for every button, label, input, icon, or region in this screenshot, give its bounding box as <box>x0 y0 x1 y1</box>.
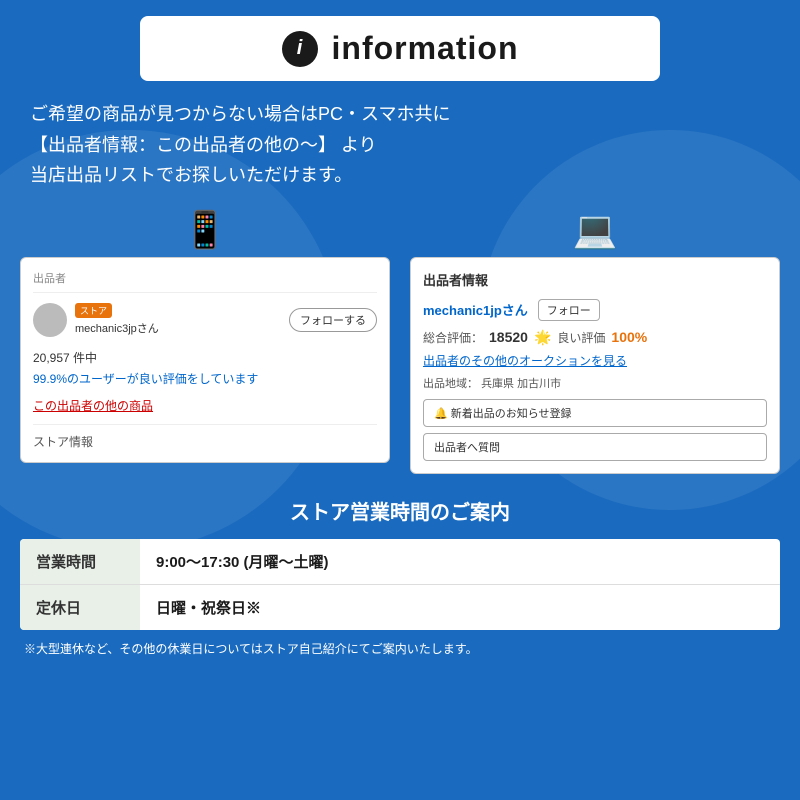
description-line2: 【出品者情報：この出品者の他の〜】 より <box>30 130 770 161</box>
pc-rating-count: 18520 <box>489 329 528 345</box>
other-items-link-mobile[interactable]: この出品者の他の商品 <box>33 397 377 414</box>
pc-good-pct: 100% <box>611 329 647 345</box>
mobile-screenshot-wrapper: 📱 出品者 ストア mechanic3jpさん フォローする 20,957 件中… <box>20 209 390 474</box>
hours-row-holiday: 定休日 日曜・祝祭日※ <box>20 585 780 630</box>
rating-count-mobile: 20,957 件中 <box>33 349 377 366</box>
pc-good-rating-label: 良い評価 <box>557 329 605 346</box>
pc-question-button[interactable]: 出品者へ質問 <box>423 433 767 461</box>
hours-value-holiday: 日曜・祝祭日※ <box>140 585 277 630</box>
pc-rating-label: 総合評価： <box>423 329 483 346</box>
pc-follow-button[interactable]: フォロー <box>538 299 600 321</box>
avatar-mobile <box>33 303 67 337</box>
store-badge: ストア <box>75 303 112 318</box>
hours-label-holiday: 定休日 <box>20 585 140 630</box>
pc-section-title: 出品者情報 <box>423 270 767 289</box>
follow-button-mobile[interactable]: フォローする <box>289 308 377 332</box>
pc-notify-button[interactable]: 🔔 新着出品のお知らせ登録 <box>423 399 767 427</box>
info-icon: i <box>282 31 318 67</box>
description-block: ご希望の商品が見つからない場合はPC・スマホ共に 【出品者情報：この出品者の他の… <box>20 99 780 191</box>
description-line3: 当店出品リストでお探しいただけます。 <box>30 160 770 191</box>
seller-name-mobile: mechanic3jpさん <box>75 320 159 336</box>
pc-screenshot: 出品者情報 mechanic1jpさん フォロー 総合評価： 18520 🌟 良… <box>410 257 780 474</box>
store-info-label-mobile: ストア情報 <box>33 424 377 450</box>
pc-location: 出品地域： 兵庫県 加古川市 <box>423 375 767 391</box>
footer-note: ※大型連休など、その他の休業日についてはストア自己紹介にてご案内いたします。 <box>20 640 780 657</box>
pc-screenshot-wrapper: 💻 出品者情報 mechanic1jpさん フォロー 総合評価： 18520 🌟… <box>410 209 780 474</box>
seller-label-mobile: 出品者 <box>33 270 377 293</box>
screenshots-row: 📱 出品者 ストア mechanic3jpさん フォローする 20,957 件中… <box>20 209 780 474</box>
pc-seller-name: mechanic1jpさん <box>423 300 528 319</box>
rating-text-mobile: 99.9%のユーザーが良い評価をしています <box>33 370 377 387</box>
computer-icon: 💻 <box>573 209 618 251</box>
description-line1: ご希望の商品が見つからない場合はPC・スマホ共に <box>30 99 770 130</box>
hours-label-business: 営業時間 <box>20 539 140 584</box>
store-hours-title: ストア営業時間のご案内 <box>20 496 780 525</box>
mobile-screenshot: 出品者 ストア mechanic3jpさん フォローする 20,957 件中 9… <box>20 257 390 463</box>
info-title: information <box>332 30 519 67</box>
hours-value-business: 9:00〜17:30 (月曜〜土曜) <box>140 539 345 584</box>
hours-table: 営業時間 9:00〜17:30 (月曜〜土曜) 定休日 日曜・祝祭日※ <box>20 539 780 630</box>
hours-row-business: 営業時間 9:00〜17:30 (月曜〜土曜) <box>20 539 780 585</box>
info-header-box: i information <box>140 16 660 81</box>
pc-auction-link[interactable]: 出品者のその他のオークションを見る <box>423 352 767 369</box>
smartphone-icon: 📱 <box>183 209 228 251</box>
